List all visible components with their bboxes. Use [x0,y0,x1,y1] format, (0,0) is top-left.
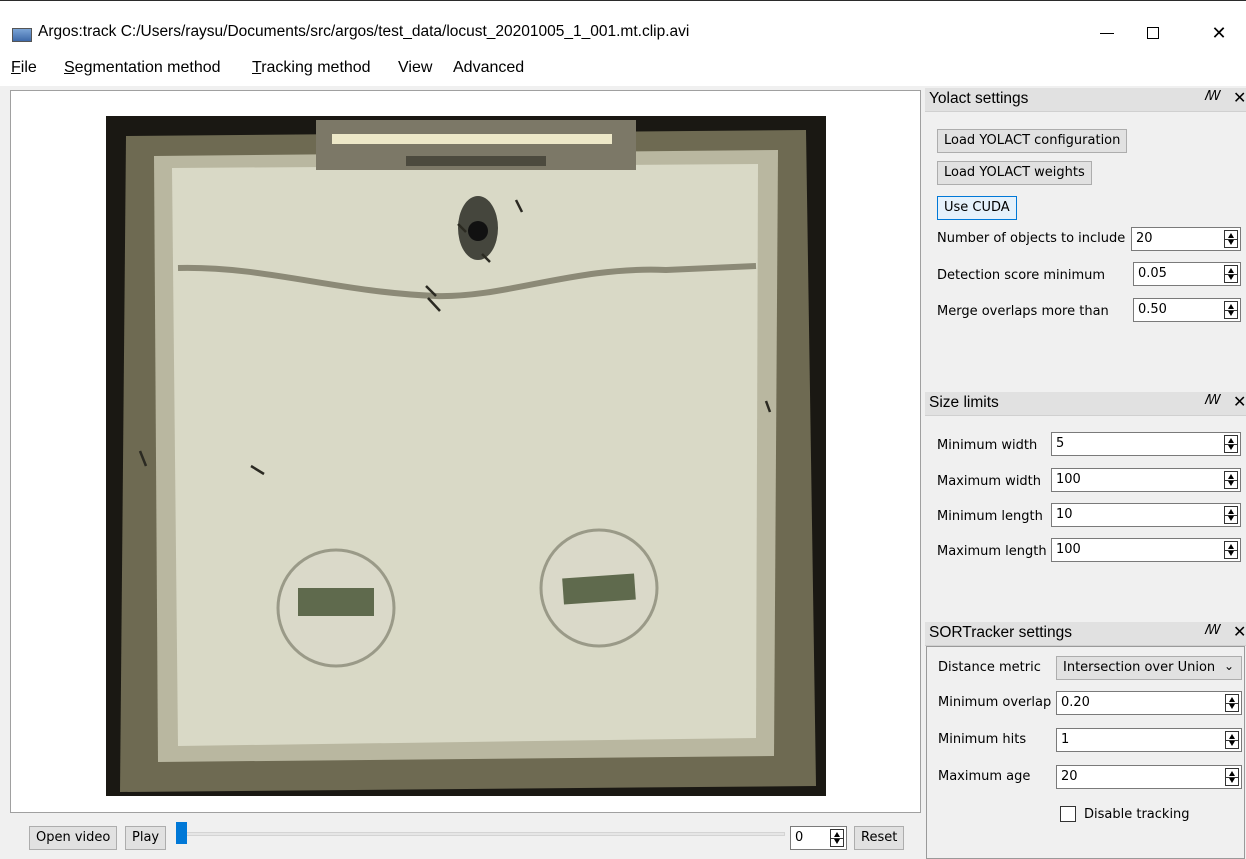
max-length-spinbox[interactable]: 100 [1051,538,1241,562]
minimize-button[interactable] [1084,13,1130,53]
distance-metric-select[interactable]: Intersection over Union ⌄ [1056,656,1242,680]
menu-tracking-label: racking method [261,59,371,76]
max-age-value: 20 [1061,769,1078,784]
sortracker-settings-title: SORTracker settings [929,624,1072,641]
score-min-spinbox[interactable]: 0.05 [1133,262,1241,286]
menu-view-label: View [398,59,433,76]
float-icon[interactable]: ꟿ [1205,393,1221,408]
yolact-settings-title: Yolact settings [929,90,1029,107]
load-yolact-weights-button[interactable]: Load YOLACT weights [937,161,1092,185]
chevron-down-icon: ⌄ [1223,659,1234,673]
close-icon[interactable]: ✕ [1233,392,1246,411]
video-display[interactable] [10,90,921,813]
frame-number-spinbox[interactable]: 0 [790,826,847,850]
max-length-label: Maximum length [937,544,1047,559]
menu-tracking-accel: T [252,59,262,76]
minimize-icon [1100,32,1114,34]
float-icon[interactable]: ꟿ [1205,623,1221,638]
menu-segmentation-label: egmentation method [74,59,221,76]
min-hits-stepper-icon[interactable] [1225,731,1239,749]
max-age-label: Maximum age [938,769,1031,784]
distance-metric-label: Distance metric [938,660,1041,675]
frame-number-value: 0 [795,830,804,845]
min-overlap-spinbox[interactable]: 0.20 [1056,691,1242,715]
max-length-value: 100 [1056,542,1081,557]
min-hits-label: Minimum hits [938,732,1027,747]
app-icon [12,28,32,42]
disable-tracking-checkbox[interactable] [1060,806,1076,822]
min-length-spinbox[interactable]: 10 [1051,503,1241,527]
menu-tracking-method[interactable]: Tracking method [252,59,371,77]
menu-segmentation-method[interactable]: Segmentation method [64,59,221,77]
min-width-spinbox[interactable]: 5 [1051,432,1241,456]
merge-overlap-spinbox[interactable]: 0.50 [1133,298,1241,322]
min-overlap-stepper-icon[interactable] [1225,694,1239,712]
size-limits-header: Size limits ꟿ ✕ [925,392,1246,416]
disable-tracking-label: Disable tracking [1084,807,1190,822]
min-length-stepper-icon[interactable] [1224,506,1238,524]
distance-metric-value: Intersection over Union [1063,660,1216,675]
menu-file-accel: F [11,59,21,76]
float-icon[interactable]: ꟿ [1205,89,1221,104]
score-min-label: Detection score minimum [937,268,1106,283]
reset-button[interactable]: Reset [854,826,905,850]
frame-number-stepper-icon[interactable] [830,829,844,847]
maximize-icon [1147,27,1159,39]
playback-controls: Open video Play 0 Reset [0,818,925,856]
close-icon[interactable]: ✕ [1233,622,1246,641]
menu-file-label: ile [20,59,37,76]
max-width-spinbox[interactable]: 100 [1051,468,1241,492]
num-objects-value: 20 [1136,231,1153,246]
min-width-label: Minimum width [937,438,1038,453]
max-width-value: 100 [1056,472,1081,487]
min-hits-spinbox[interactable]: 1 [1056,728,1242,752]
menu-advanced-label: Advanced [453,59,525,76]
min-overlap-value: 0.20 [1061,695,1090,710]
num-objects-stepper-icon[interactable] [1224,230,1238,248]
merge-overlap-label: Merge overlaps more than [937,304,1109,319]
min-width-value: 5 [1056,436,1065,451]
min-width-stepper-icon[interactable] [1224,435,1238,453]
num-objects-spinbox[interactable]: 20 [1131,227,1241,251]
frame-slider-track[interactable] [180,832,785,836]
window-title: Argos:track C:/Users/raysu/Documents/src… [38,23,690,40]
size-limits-panel: Size limits ꟿ ✕ Minimum width 5 Maximum … [925,392,1246,592]
title-bar: Argos:track C:/Users/raysu/Documents/src… [0,0,1246,56]
sortracker-settings-header: SORTracker settings ꟿ ✕ [925,622,1246,646]
merge-overlap-stepper-icon[interactable] [1224,301,1238,319]
menu-view[interactable]: View [398,59,432,77]
menu-segmentation-accel: S [64,59,75,76]
score-min-stepper-icon[interactable] [1224,265,1238,283]
min-overlap-label: Minimum overlap [938,695,1052,710]
frame-slider-handle[interactable] [176,822,187,844]
merge-overlap-value: 0.50 [1138,302,1167,317]
maximize-button[interactable] [1130,13,1176,53]
min-hits-value: 1 [1061,732,1070,747]
min-length-value: 10 [1056,507,1073,522]
menu-advanced[interactable]: Advanced [453,59,524,77]
play-button[interactable]: Play [125,826,167,850]
menu-bar: File Segmentation method Tracking method… [0,56,1246,86]
close-button[interactable]: ✕ [1196,13,1242,53]
size-limits-title: Size limits [929,394,999,411]
open-video-button[interactable]: Open video [29,826,118,850]
max-width-label: Maximum width [937,474,1042,489]
max-age-stepper-icon[interactable] [1225,768,1239,786]
sortracker-settings-panel: SORTracker settings ꟿ ✕ Distance metric … [925,622,1246,859]
video-frame-image [106,116,826,796]
load-yolact-config-button[interactable]: Load YOLACT configuration [937,129,1128,153]
yolact-settings-panel: Yolact settings ꟿ ✕ Load YOLACT configur… [925,88,1246,388]
close-icon[interactable]: ✕ [1233,88,1246,107]
min-length-label: Minimum length [937,509,1043,524]
menu-file[interactable]: File [11,59,37,77]
num-objects-label: Number of objects to include [937,231,1126,246]
close-icon: ✕ [1211,22,1227,44]
score-min-value: 0.05 [1138,266,1167,281]
use-cuda-button[interactable]: Use CUDA [937,196,1017,220]
max-length-stepper-icon[interactable] [1224,541,1238,559]
max-width-stepper-icon[interactable] [1224,471,1238,489]
max-age-spinbox[interactable]: 20 [1056,765,1242,789]
yolact-settings-header: Yolact settings ꟿ ✕ [925,88,1246,112]
